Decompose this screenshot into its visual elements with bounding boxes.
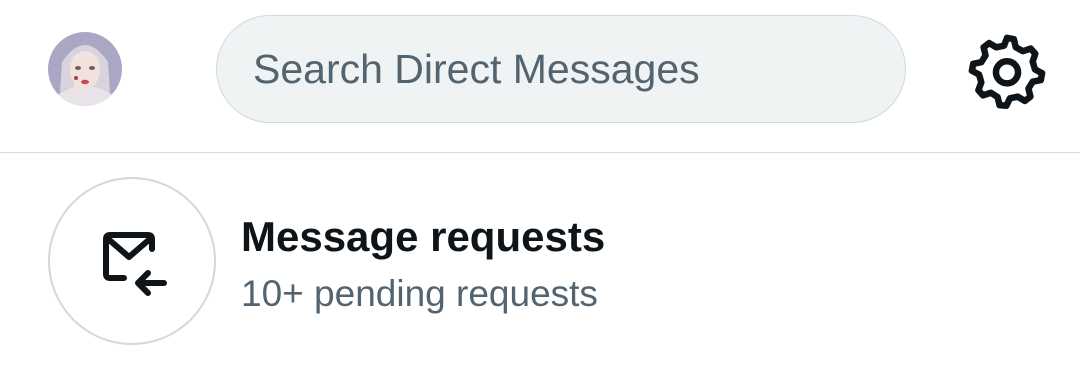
message-requests-title: Message requests <box>241 213 606 260</box>
gear-icon[interactable] <box>968 32 1046 110</box>
message-requests-row[interactable]: Message requests 10+ pending requests <box>0 153 1080 376</box>
profile-avatar[interactable] <box>48 32 122 106</box>
search-input[interactable] <box>253 16 873 122</box>
envelope-incoming-icon <box>103 232 167 296</box>
avatar-image <box>48 32 122 106</box>
dm-header <box>0 0 1080 152</box>
search-bar[interactable] <box>216 15 906 123</box>
message-requests-icon-circle <box>48 177 216 345</box>
pending-requests-count: 10+ pending requests <box>241 273 598 314</box>
